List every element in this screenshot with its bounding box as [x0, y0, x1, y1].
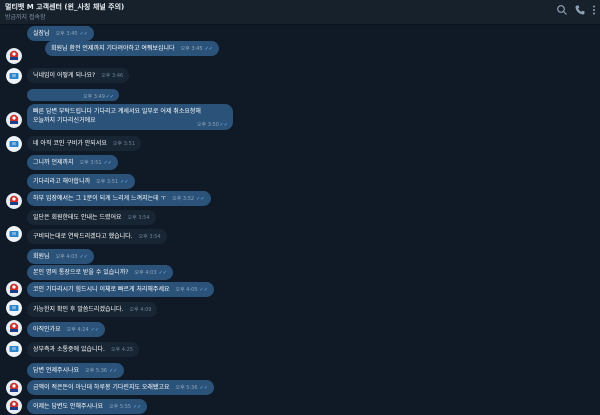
read-check-icon: ✓✓	[120, 179, 129, 185]
message-text: 닉네임이 어떻게 되나요?	[33, 72, 96, 79]
message-text-line1: 빠른 답변 부탁드립니다 기다리고 계세서요 일부로 어제 취소요청해	[33, 108, 201, 115]
read-check-icon: ✓✓	[204, 46, 213, 52]
message-text: 코인 기다리시기 힘드시니 이체로 빠르게 처리해주세요	[33, 286, 170, 293]
svg-text:M: M	[12, 232, 16, 237]
message-time: 오후 3:51	[79, 160, 102, 166]
message-text: 구비되는대로 연락드리겠다고 했습니다.	[33, 233, 133, 240]
avatar[interactable]	[6, 320, 22, 336]
message-bubble: 네 아직 코인 구비가 안되서요 오후 3:51	[27, 136, 141, 151]
message-bubble: 상부측과 소통중에 있습니다. 오후 4:25	[27, 342, 139, 357]
message-time: 오후 3:50	[196, 122, 219, 128]
read-check-icon: ✓✓	[90, 327, 100, 333]
chat-header: 멀티뱃 M 고객센터 (윈_사칭 채널 주의) 방금까지 접속함	[0, 0, 600, 25]
message-time: 오후 3:45	[180, 46, 203, 52]
message-bubble: 금액이 적은돈이 아닌데 하루봉 기다린지도 오래됐고요 오후 5:36 ✓✓	[27, 380, 214, 395]
message-bubble: 가능한지 확인 후 말씀드리겠습니다. 오후 4:09	[27, 302, 158, 317]
message-time: 오후 4:09	[129, 307, 152, 313]
message-bubble: 아직인가요 오후 4:24 ✓✓	[27, 322, 106, 337]
support-avatar[interactable]: M	[6, 341, 22, 357]
message-text: 일단은 회원한테도 안내는 드렸어요	[33, 214, 122, 221]
avatar[interactable]	[6, 112, 22, 128]
message-text: 가능한지 확인 후 말씀드리겠습니다.	[33, 306, 124, 313]
search-icon[interactable]	[556, 4, 568, 16]
message-time: 오후 3:45	[55, 31, 78, 37]
message-bubble: 닉네임이 어떻게 되나요? 오후 3:46	[27, 68, 130, 83]
read-check-icon: ✓✓	[79, 31, 88, 37]
avatar[interactable]	[6, 398, 22, 414]
message-text: 아직인가요	[33, 326, 61, 333]
message-text: 네 아직 코인 구비가 안되서요	[33, 140, 107, 147]
message-bubble: 빠른 답변 부탁드립니다 기다리고 계세서요 일부로 어제 취소요청해 오늘까지…	[27, 104, 233, 130]
svg-text:M: M	[12, 347, 16, 352]
support-avatar[interactable]: M	[6, 226, 22, 242]
message-text: 회원님 환전 언제까지 기다려야하고 여쭤보십니다	[51, 45, 175, 52]
message-time: 오후 5:36	[175, 385, 198, 391]
phone-icon[interactable]	[574, 4, 586, 16]
message-text: 상부측과 소통중에 있습니다.	[33, 346, 105, 353]
avatar[interactable]	[6, 48, 22, 64]
message-time: 오후 3:54	[127, 215, 150, 221]
message-bubble: 하부 입장에서는 그 1분이 되게 느리게 느껴지는데 ㅜ 오후 3:52 ✓✓	[27, 191, 211, 206]
message-time: 오후 3:51	[112, 141, 135, 147]
read-check-icon: ✓✓	[196, 196, 205, 202]
message-list[interactable]: 실장님 오후 3:45 ✓✓ 회원님 환전 언제까지 기다려야하고 여쭤보십니다 오후…	[0, 24, 600, 415]
avatar[interactable]	[6, 193, 22, 209]
message-time: 오후 5:55	[109, 404, 132, 410]
message-bubble: 오후 3:49 ✓✓	[27, 89, 119, 101]
svg-text:M: M	[12, 142, 16, 147]
message-time: 오후 3:49	[82, 94, 105, 100]
message-text: 답변 언제주시나요	[33, 367, 80, 374]
message-bubble: 답변 언제주시나요 오후 5:36 ✓✓	[27, 363, 124, 378]
message-time: 오후 4:25	[110, 347, 133, 353]
read-check-icon: ✓✓	[105, 94, 114, 100]
message-time: 오후 3:51	[96, 179, 119, 185]
read-check-icon: ✓✓	[103, 160, 112, 166]
message-time: 오후 4:05	[175, 287, 198, 293]
read-check-icon: ✓✓	[133, 404, 142, 410]
chat-status: 방금까지 접속함	[5, 14, 46, 21]
message-bubble: 실장님 오후 3:45 ✓✓	[27, 26, 94, 41]
support-avatar[interactable]: M	[6, 136, 22, 152]
more-menu-icon[interactable]	[590, 4, 598, 16]
read-check-icon: ✓✓	[79, 254, 88, 260]
message-time: 오후 3:46	[101, 73, 124, 79]
message-text: 금액이 적은돈이 아닌데 하루봉 기다린지도 오래됐고요	[33, 384, 170, 391]
message-time: 오후 4:24	[66, 327, 89, 333]
message-time: 오후 4:03	[55, 254, 78, 260]
message-text: 실장님	[33, 30, 50, 37]
read-check-icon: ✓✓	[109, 368, 118, 374]
svg-text:M: M	[12, 306, 16, 311]
svg-text:M: M	[12, 74, 16, 79]
message-time: 오후 5:36	[85, 368, 108, 374]
message-text-line2: 오늘까지 기다리신거에요	[33, 117, 96, 124]
message-bubble: 코인 기다리시기 힘드시니 이체로 빠르게 처리해주세요 오후 4:05 ✓✓	[27, 282, 214, 297]
message-text: 그니까 언제까지	[33, 159, 74, 166]
message-time: 오후 4:03	[134, 270, 157, 276]
read-check-icon: ✓✓	[219, 122, 228, 128]
message-text: 하부 입장에서는 그 1분이 되게 느리게 느껴지는데 ㅜ	[33, 195, 167, 202]
avatar[interactable]	[6, 281, 22, 297]
support-avatar[interactable]: M	[6, 300, 22, 316]
message-bubble: 기다리라고 해야합니까 오후 3:51 ✓✓	[27, 174, 135, 189]
message-time: 오후 3:54	[138, 234, 161, 240]
message-bubble: 일단은 회원한테도 안내는 드렸어요 오후 3:54	[27, 210, 156, 225]
message-bubble: 그니까 언제까지 오후 3:51 ✓✓	[27, 155, 118, 170]
chat-title[interactable]: 멀티뱃 M 고객센터 (윈_사칭 채널 주의)	[5, 2, 124, 12]
read-check-icon: ✓✓	[199, 287, 208, 293]
message-text: 본인 명의 통장으로 받을 수 있습니까?	[33, 269, 129, 276]
message-bubble: 구비되는대로 연락드리겠다고 했습니다. 오후 3:54	[27, 229, 167, 244]
message-bubble: 본인 명의 통장으로 받을 수 있습니까? 오후 4:03 ✓✓	[27, 265, 173, 280]
avatar[interactable]	[6, 380, 22, 396]
message-bubble: 회원님 오후 4:03 ✓✓	[27, 249, 94, 264]
read-check-icon: ✓✓	[158, 270, 167, 276]
message-bubble: 이제는 답변도 안해주시나요 오후 5:55 ✓✓	[27, 399, 148, 414]
message-text: 기다리라고 해야합니까	[33, 178, 91, 185]
message-text: 회원님	[33, 253, 50, 260]
message-text: 이제는 답변도 안해주시나요	[33, 403, 104, 410]
read-check-icon: ✓✓	[199, 385, 208, 391]
message-bubble: 회원님 환전 언제까지 기다려야하고 여쭤보십니다 오후 3:45 ✓✓	[45, 41, 219, 56]
support-avatar[interactable]: M	[6, 68, 22, 84]
message-time: 오후 3:52	[172, 196, 195, 202]
